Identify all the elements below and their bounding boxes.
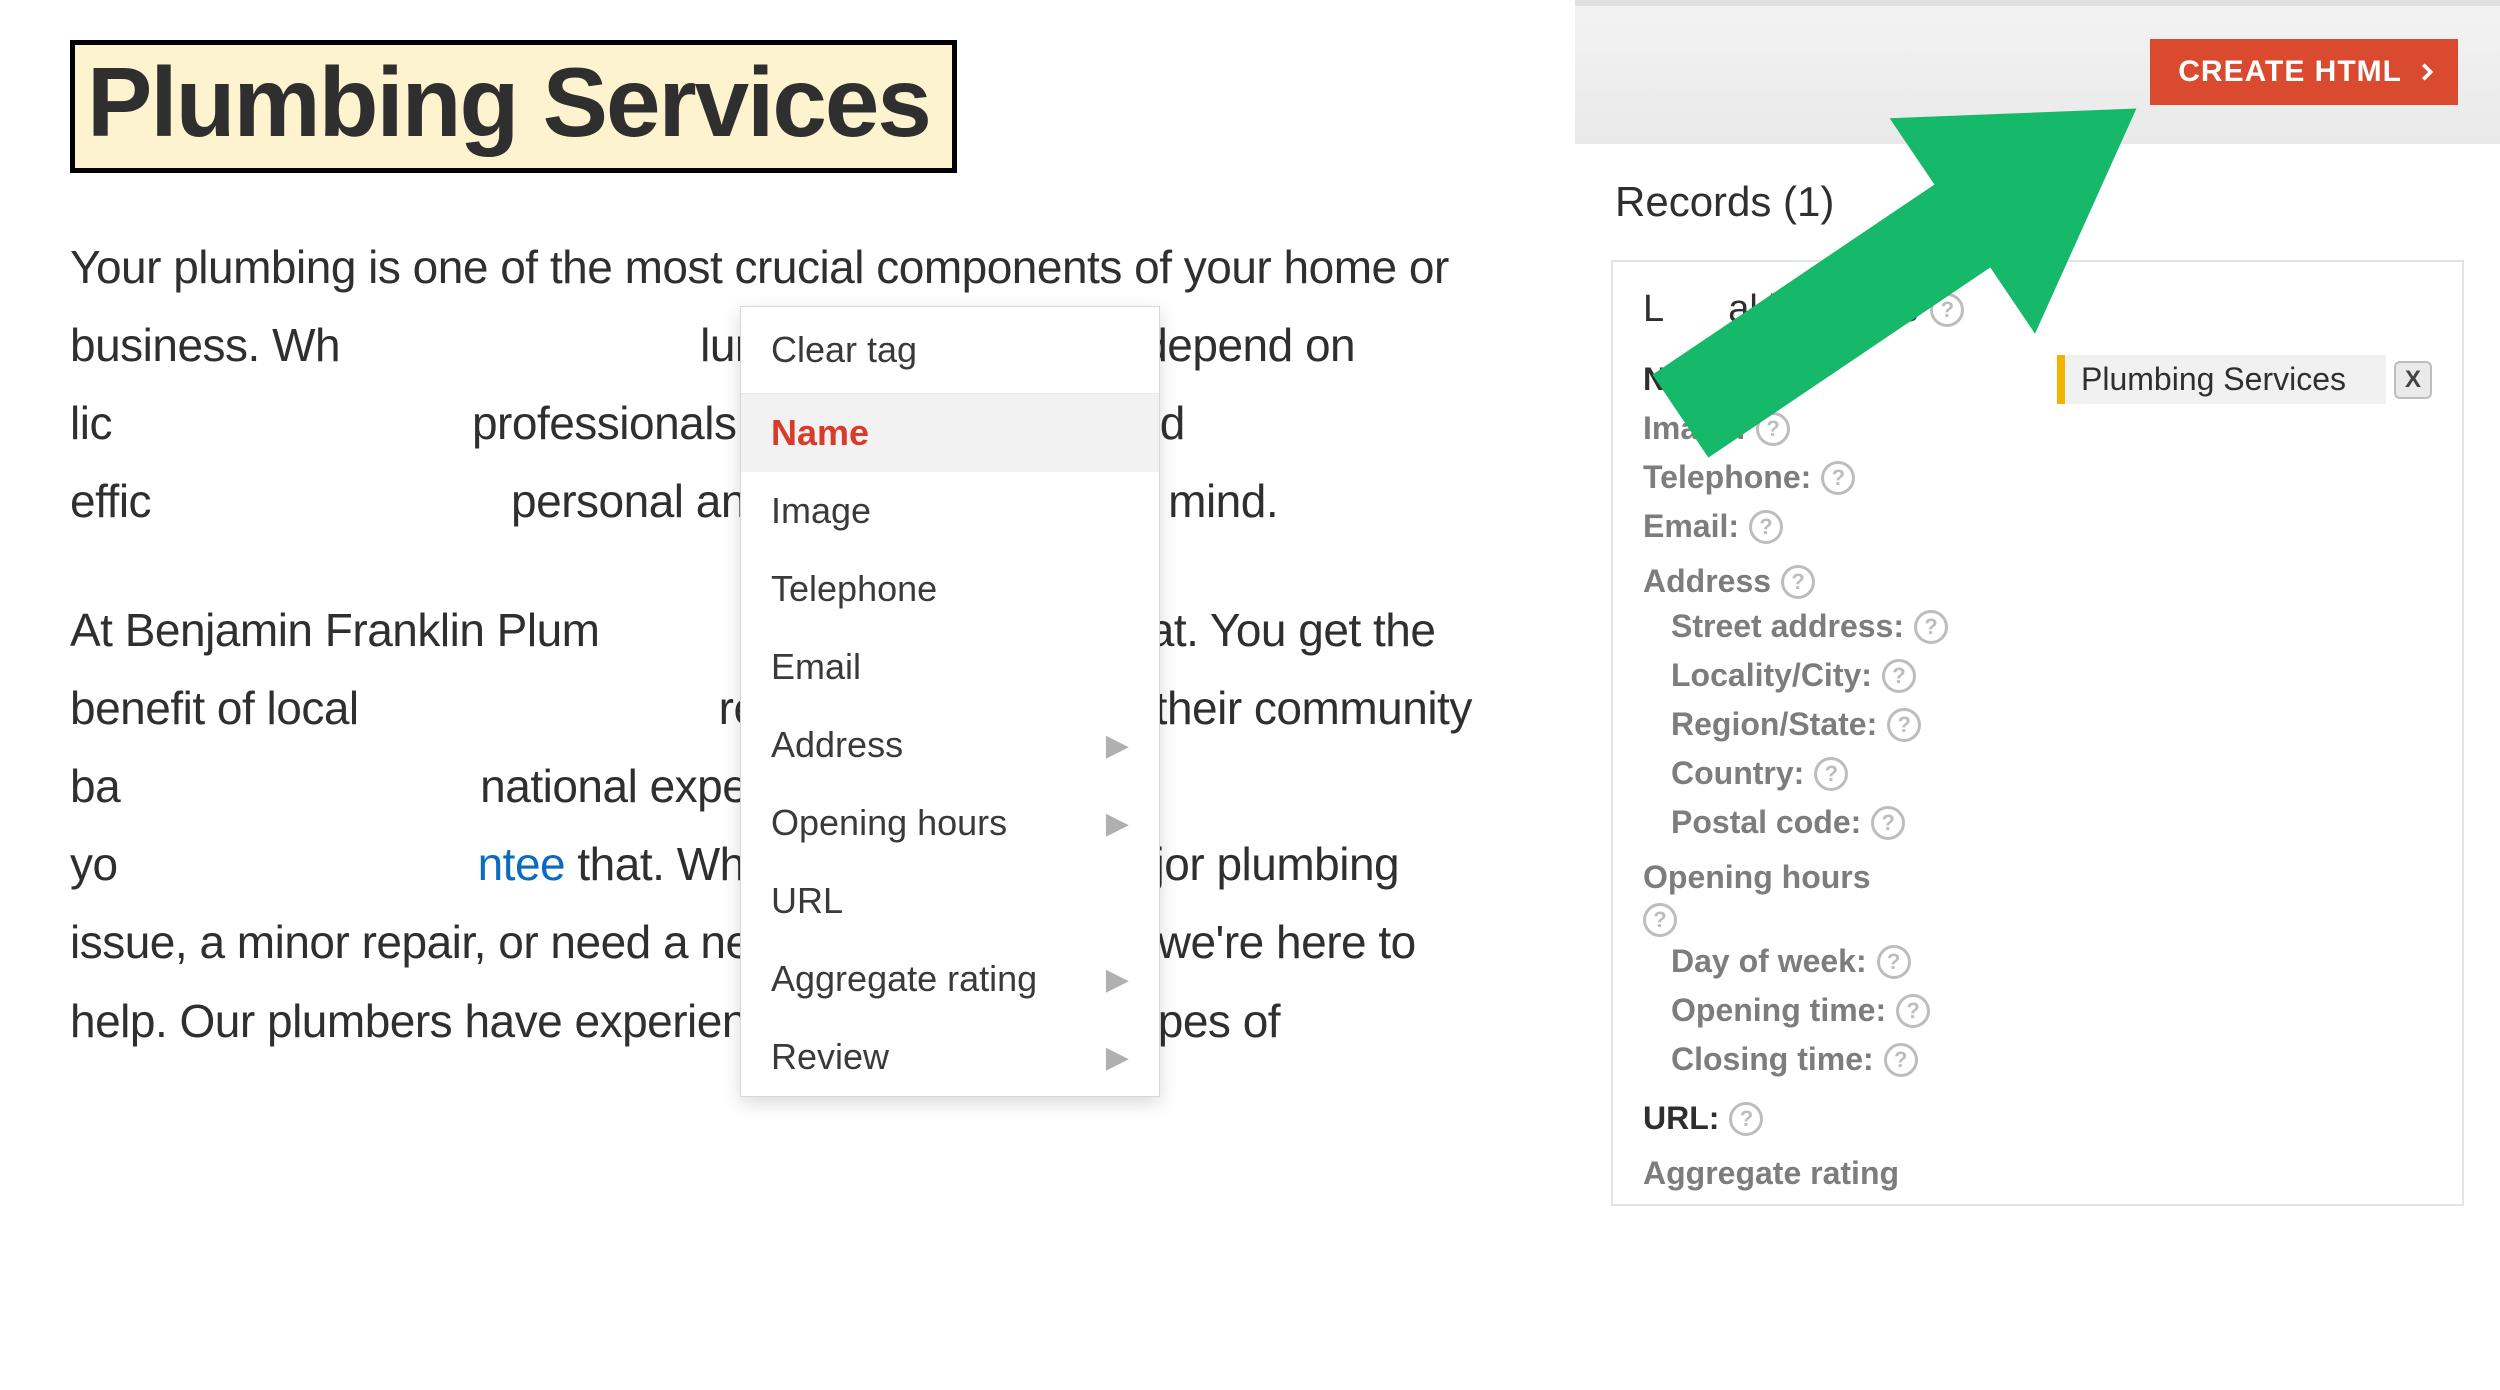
- record-title: Local business ?: [1643, 288, 2432, 331]
- menu-item-url[interactable]: URL: [741, 862, 1159, 940]
- help-icon[interactable]: ?: [1871, 806, 1905, 840]
- field-address: Address?: [1643, 563, 2432, 600]
- field-day-of-week: Day of week:?: [1671, 937, 2432, 986]
- remove-tag-button[interactable]: X: [2394, 361, 2432, 399]
- menu-item-opening-hours[interactable]: Opening hours▶: [741, 784, 1159, 862]
- help-icon[interactable]: ?: [1643, 903, 1677, 937]
- help-icon[interactable]: ?: [1887, 708, 1921, 742]
- help-icon[interactable]: ?: [1781, 565, 1815, 599]
- menu-item-email[interactable]: Email: [741, 628, 1159, 706]
- help-icon[interactable]: ?: [1749, 510, 1783, 544]
- help-icon[interactable]: ?: [1756, 412, 1790, 446]
- field-name-row: Name: ? Plumbing Services X: [1643, 355, 2432, 404]
- field-locality: Locality/City:?: [1671, 651, 2432, 700]
- chevron-right-icon: ▶: [1106, 962, 1129, 997]
- help-icon[interactable]: ?: [1877, 945, 1911, 979]
- help-icon[interactable]: ?: [1914, 610, 1948, 644]
- menu-item-address[interactable]: Address▶: [741, 706, 1159, 784]
- help-icon[interactable]: ?: [1729, 1102, 1763, 1136]
- chevron-right-icon: ▶: [1106, 806, 1129, 841]
- field-country: Country:?: [1671, 749, 2432, 798]
- help-icon[interactable]: ?: [1821, 461, 1855, 495]
- page-heading: Plumbing Services: [87, 51, 930, 154]
- menu-item-name[interactable]: Name: [741, 394, 1159, 472]
- menu-item-image[interactable]: Image: [741, 472, 1159, 550]
- field-closing-time: Closing time:?: [1671, 1035, 2432, 1084]
- menu-item-review[interactable]: Review▶: [741, 1018, 1159, 1096]
- tag-context-menu: Clear tag Name Image Telephone Email Add…: [740, 306, 1160, 1097]
- field-opening-time: Opening time:?: [1671, 986, 2432, 1035]
- field-image: Image:?: [1643, 404, 2432, 453]
- help-icon[interactable]: ?: [1884, 1043, 1918, 1077]
- field-street: Street address:?: [1671, 602, 2432, 651]
- menu-item-telephone[interactable]: Telephone: [741, 550, 1159, 628]
- help-icon[interactable]: ?: [1751, 363, 1785, 397]
- guarantee-link[interactable]: ntee: [478, 838, 566, 890]
- field-telephone: Telephone:?: [1643, 453, 2432, 502]
- help-icon[interactable]: ?: [1814, 757, 1848, 791]
- field-aggregate-rating: Aggregate rating: [1643, 1155, 2432, 1192]
- field-region: Region/State:?: [1671, 700, 2432, 749]
- help-icon[interactable]: ?: [1930, 293, 1964, 327]
- field-opening-hours: Opening hours: [1643, 859, 2432, 896]
- field-url: URL:?: [1643, 1094, 2432, 1143]
- records-heading: Records (1): [1575, 144, 2500, 260]
- field-postal: Postal code:?: [1671, 798, 2432, 847]
- create-html-button[interactable]: CREATE HTML: [2150, 39, 2458, 105]
- chevron-right-icon: [2416, 61, 2438, 83]
- field-email: Email:?: [1643, 502, 2432, 551]
- name-value-tag[interactable]: Plumbing Services: [2057, 355, 2386, 404]
- sidebar-top-bar: CREATE HTML: [1575, 0, 2500, 144]
- menu-clear-tag[interactable]: Clear tag: [741, 307, 1159, 394]
- schema-sidebar: CREATE HTML Records (1) Local business ?…: [1575, 0, 2500, 1390]
- chevron-right-icon: ▶: [1106, 728, 1129, 763]
- help-icon[interactable]: ?: [1882, 659, 1916, 693]
- record-card: Local business ? Name: ? Plumbing Servic…: [1611, 260, 2464, 1206]
- help-icon[interactable]: ?: [1896, 994, 1930, 1028]
- menu-item-aggregate-rating[interactable]: Aggregate rating▶: [741, 940, 1159, 1018]
- content-area: Plumbing Services Your plumbing is one o…: [0, 0, 1575, 1390]
- tagged-heading[interactable]: Plumbing Services: [70, 40, 957, 173]
- chevron-right-icon: ▶: [1106, 1040, 1129, 1075]
